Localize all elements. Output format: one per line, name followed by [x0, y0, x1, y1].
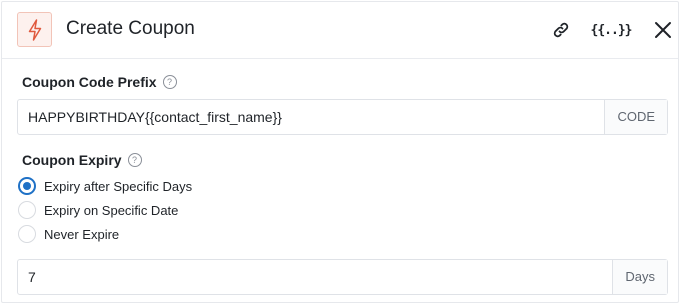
coupon-expiry-label: Coupon Expiry?: [22, 152, 142, 168]
help-icon[interactable]: ?: [162, 75, 177, 89]
radio-expiry-on-date[interactable]: Expiry on Specific Date: [18, 200, 178, 220]
radio-button[interactable]: [18, 225, 36, 243]
panel-header: Create Coupon {{..}}: [2, 2, 678, 59]
merge-tags-icon: {{..}}: [590, 22, 633, 38]
radio-label: Never Expire: [44, 226, 120, 242]
merge-tags-button[interactable]: {{..}}: [591, 16, 633, 44]
lightning-bolt-icon: [17, 12, 52, 47]
link-icon: [553, 22, 569, 38]
close-button[interactable]: [650, 16, 676, 44]
radio-button[interactable]: [18, 201, 36, 219]
radio-label: Expiry after Specific Days: [44, 178, 193, 194]
link-button[interactable]: [548, 16, 574, 44]
coupon-prefix-field: HAPPYBIRTHDAY{{contact_first_name}} CODE: [17, 99, 668, 135]
expiry-days-field: 7 Days: [17, 259, 668, 295]
radio-expiry-after-days[interactable]: Expiry after Specific Days: [18, 176, 192, 196]
close-icon: [655, 22, 671, 38]
coupon-prefix-label: Coupon Code Prefix?: [22, 74, 177, 90]
create-coupon-panel: Create Coupon {{..}} Coupon Code Prefix?…: [1, 1, 679, 303]
expiry-days-input[interactable]: 7: [18, 260, 612, 294]
page-title: Create Coupon: [66, 18, 195, 39]
days-suffix: Days: [612, 260, 667, 294]
help-icon[interactable]: ?: [127, 153, 142, 167]
radio-label: Expiry on Specific Date: [44, 202, 179, 218]
code-suffix: CODE: [604, 100, 667, 134]
radio-never-expire[interactable]: Never Expire: [18, 224, 119, 244]
radio-button-selected[interactable]: [18, 177, 36, 195]
coupon-prefix-input[interactable]: HAPPYBIRTHDAY{{contact_first_name}}: [18, 100, 604, 134]
